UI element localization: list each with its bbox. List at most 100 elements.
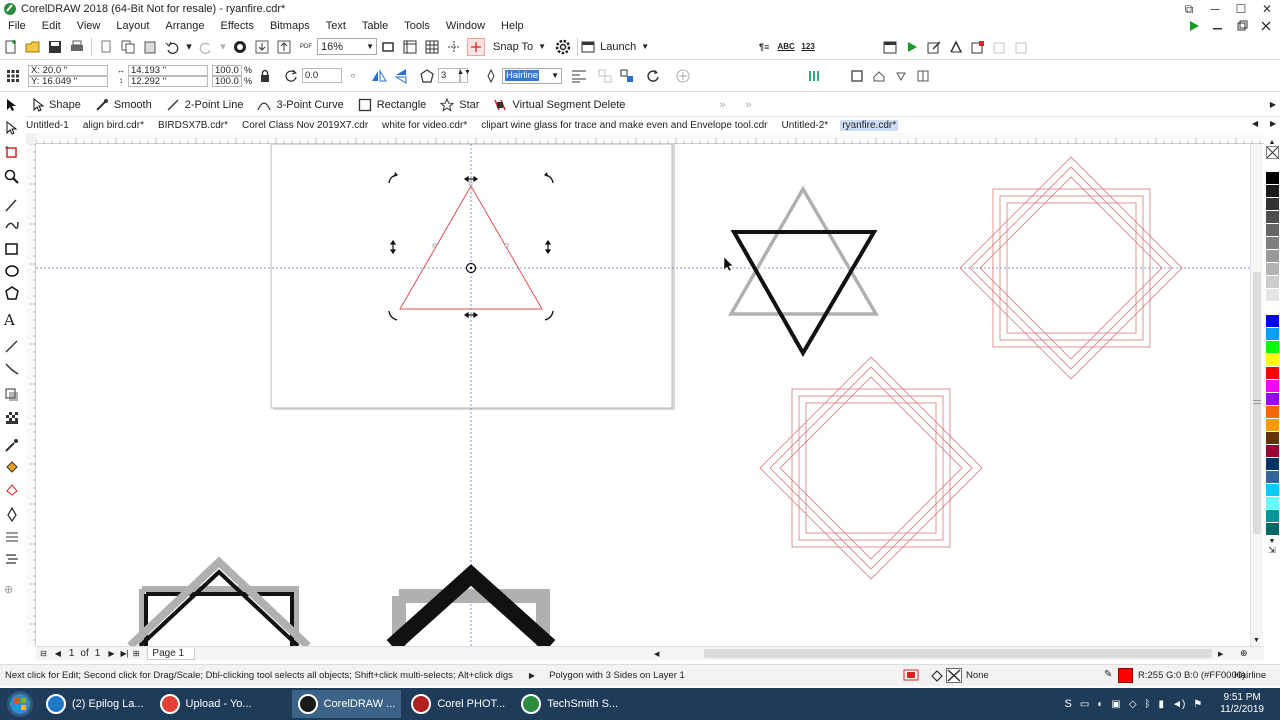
color-swatch[interactable]	[1266, 432, 1279, 445]
color-swatch[interactable]	[1266, 367, 1279, 380]
tray-photo-icon[interactable]: ▣	[1111, 699, 1120, 710]
publish-pdf-icon[interactable]: PDF	[297, 38, 315, 56]
undo-dropdown-icon[interactable]: ▾	[185, 38, 193, 56]
options-gear-icon[interactable]	[554, 38, 572, 56]
shape-tool[interactable]: Shape	[32, 97, 81, 112]
volume-icon[interactable]: ◄)	[1172, 699, 1185, 710]
color-swatch[interactable]	[1266, 484, 1279, 497]
spell-check-icon[interactable]: ABC	[777, 38, 795, 56]
taskbar-item[interactable]: TechSmith S...	[515, 690, 624, 718]
color-swatch[interactable]	[1266, 380, 1279, 393]
no-color-swatch[interactable]	[1266, 146, 1279, 159]
document-tab[interactable]: Untitled-2*	[780, 120, 831, 131]
search-content-icon[interactable]	[231, 38, 249, 56]
interactive-fill-tool-icon[interactable]	[4, 459, 22, 475]
color-swatch[interactable]	[1266, 237, 1279, 250]
menu-arrange[interactable]: Arrange	[157, 20, 212, 32]
text-wrap-icon[interactable]	[570, 67, 588, 85]
shape-edit-tool-icon[interactable]	[4, 120, 22, 136]
color-swatch[interactable]	[1266, 315, 1279, 328]
add-tool-icon[interactable]: ⊕	[4, 583, 22, 599]
tray-window-icon[interactable]: ▭	[1080, 699, 1089, 710]
show-guidelines-icon[interactable]	[445, 38, 463, 56]
numbering-icon[interactable]: 123	[799, 38, 817, 56]
page-tab[interactable]: Page 1	[147, 647, 196, 660]
red-octagram-2[interactable]	[759, 356, 983, 580]
fill-none-swatch[interactable]	[946, 668, 962, 683]
color-swatch[interactable]	[1266, 289, 1279, 302]
document-tab[interactable]: clipart wine glass for trace and make ev…	[479, 120, 769, 131]
color-swatch[interactable]	[1266, 328, 1279, 341]
launch-dropdown[interactable]: Launch ▼	[581, 40, 649, 54]
palette-down-icon[interactable]: ▼	[1264, 538, 1280, 545]
document-tab[interactable]: align bird.cdr*	[81, 120, 146, 131]
convert-to-curves-icon[interactable]	[618, 67, 636, 85]
full-screen-icon[interactable]	[379, 38, 397, 56]
menu-view[interactable]: View	[69, 20, 109, 32]
object-origin-icon[interactable]	[4, 67, 22, 85]
freehand-tool-icon[interactable]	[4, 197, 22, 213]
pick-tool-icon[interactable]	[4, 98, 22, 114]
disabled-macro2-icon[interactable]	[1013, 38, 1031, 56]
close-button[interactable]: ✕	[1254, 0, 1280, 18]
bluetooth-icon[interactable]: ᛒ	[1145, 699, 1151, 710]
color-swatch[interactable]	[1266, 224, 1279, 237]
zoom-to-fit-icon[interactable]: ⊕	[1240, 648, 1248, 659]
color-swatch[interactable]	[1266, 471, 1279, 484]
menu-help[interactable]: Help	[493, 20, 532, 32]
document-tab[interactable]: white for video.cdr*	[380, 120, 469, 131]
color-swatch[interactable]	[1266, 419, 1279, 432]
import-icon[interactable]	[253, 38, 271, 56]
snap-to-dropdown[interactable]: Snap To ▼	[493, 41, 546, 53]
open-folder-icon[interactable]	[24, 38, 42, 56]
undo-icon[interactable]	[163, 38, 181, 56]
menu-tools[interactable]: Tools	[396, 20, 438, 32]
plugin-house-icon[interactable]	[870, 67, 888, 85]
menu-window[interactable]: Window	[438, 20, 493, 32]
smart-fill-tool-icon[interactable]	[4, 481, 22, 497]
redo-dropdown-icon[interactable]: ▾	[219, 38, 227, 56]
tray-dropbox-icon[interactable]: ◇	[1129, 699, 1137, 710]
eyedropper-tool-icon[interactable]	[4, 437, 22, 453]
artistic-media-tool-icon[interactable]	[4, 218, 22, 234]
two-point-line-tool[interactable]: 2-Point Line	[166, 98, 243, 112]
run-script-icon[interactable]	[903, 38, 921, 56]
restore-help-icon[interactable]: ⧉	[1176, 0, 1202, 18]
alignment-guides-icon[interactable]	[467, 37, 485, 56]
zoom-level-select[interactable]: 16% ▼	[317, 38, 377, 55]
y-position-field[interactable]: Y: 16.049 "	[28, 75, 108, 87]
color-swatch[interactable]	[1266, 510, 1279, 523]
menu-edit[interactable]: Edit	[34, 20, 69, 32]
color-swatch[interactable]	[1266, 250, 1279, 263]
tab-scroll-right-icon[interactable]: ▶	[1270, 119, 1276, 128]
three-point-curve-tool[interactable]: 3-Point Curve	[257, 98, 344, 112]
color-swatch[interactable]	[1266, 211, 1279, 224]
calendar-icon[interactable]	[881, 38, 899, 56]
show-grid-icon[interactable]	[423, 38, 441, 56]
text-properties-icon[interactable]: ¶≡	[755, 38, 773, 56]
outline-color-swatch[interactable]	[1118, 668, 1133, 683]
refresh-icon[interactable]	[644, 67, 662, 85]
print-icon[interactable]	[68, 38, 86, 56]
taskbar-item[interactable]: Corel PHOT...	[405, 690, 511, 718]
scale-width-field[interactable]: 100.0	[212, 64, 242, 76]
bottom-star-shape-2[interactable]	[386, 564, 556, 646]
color-swatch[interactable]	[1266, 198, 1279, 211]
color-swatch[interactable]	[1266, 445, 1279, 458]
outline-pen-tool-icon[interactable]	[4, 506, 22, 523]
play-icon[interactable]	[1188, 20, 1202, 32]
star-of-david-shape[interactable]	[727, 185, 880, 357]
plugin-grid-icon[interactable]	[914, 67, 932, 85]
copy-icon[interactable]	[119, 38, 137, 56]
flag-icon[interactable]: ⚑	[1193, 699, 1202, 710]
tab-scroll-left-icon[interactable]: ◀	[1252, 119, 1258, 128]
color-swatch[interactable]	[1266, 185, 1279, 198]
color-swatch[interactable]	[1266, 523, 1279, 536]
color-swatch[interactable]	[1266, 159, 1279, 172]
bottom-star-shape-1[interactable]	[127, 556, 311, 646]
crop-tool-icon[interactable]	[4, 145, 22, 161]
color-swatch[interactable]	[1266, 341, 1279, 354]
minimize-button[interactable]: ─	[1202, 0, 1228, 18]
ellipse-tool-icon[interactable]	[4, 263, 22, 279]
vertical-scrollbar[interactable]: ▼	[1250, 144, 1263, 646]
